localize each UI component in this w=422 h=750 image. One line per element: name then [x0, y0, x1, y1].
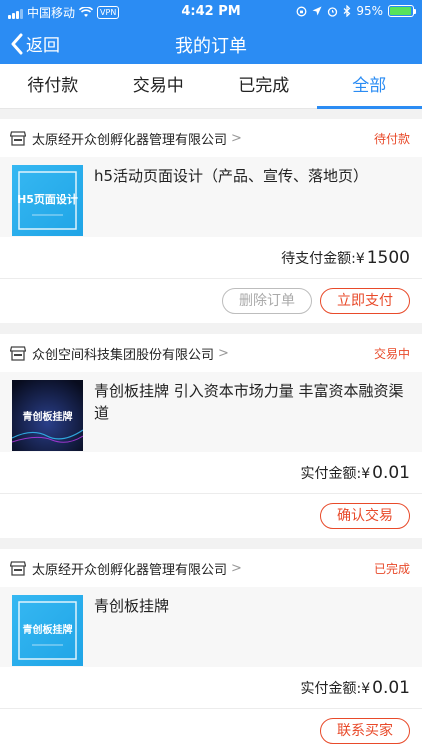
- contact-buyer-button[interactable]: 联系买家: [320, 718, 410, 744]
- amount-row: 实付金额:¥ 0.01: [0, 667, 422, 709]
- order-status: 交易中: [373, 346, 410, 361]
- shop-name: 太原经开众创孵化器管理有限公司: [32, 132, 228, 148]
- order-status: 待付款: [373, 131, 410, 146]
- delete-order-button[interactable]: 删除订单: [222, 288, 312, 314]
- shop-row[interactable]: 太原经开众创孵化器管理有限公司 > 已完成: [0, 549, 422, 587]
- shop-icon: [10, 345, 26, 361]
- order-list: 太原经开众创孵化器管理有限公司 > 待付款 H5页面设计 h5活动页面设计（产品…: [0, 119, 422, 750]
- confirm-trade-button[interactable]: 确认交易: [320, 503, 410, 529]
- order-item[interactable]: H5页面设计 h5活动页面设计（产品、宣传、落地页）: [0, 157, 422, 237]
- amount-label: 待支付金额:¥: [281, 250, 365, 267]
- location-icon: [312, 6, 322, 16]
- chevron-right-icon: >: [231, 560, 242, 576]
- action-row: 确认交易: [0, 494, 422, 538]
- shop-icon: [10, 560, 26, 576]
- amount-row: 待支付金额:¥ 1500: [0, 237, 422, 279]
- thumb-text: 青创板挂牌: [23, 623, 73, 636]
- chevron-right-icon: >: [231, 130, 242, 146]
- nav-bar: 返回 我的订单: [0, 24, 422, 64]
- order-item[interactable]: 青创板挂牌 青创板挂牌: [0, 587, 422, 667]
- order-status: 已完成: [373, 561, 410, 576]
- thumb-text: 青创板挂牌: [23, 410, 73, 423]
- shop-name: 众创空间科技集团股份有限公司: [32, 347, 215, 363]
- shop-icon: [10, 130, 26, 146]
- order-card: 太原经开众创孵化器管理有限公司 > 已完成 青创板挂牌 青创板挂牌 实付金额:¥…: [0, 549, 422, 750]
- tab-in-progress[interactable]: 交易中: [106, 64, 212, 108]
- product-title: 青创板挂牌 引入资本市场力量 丰富资本融资渠道: [94, 382, 404, 422]
- amount-row: 实付金额:¥ 0.01: [0, 452, 422, 494]
- page-title: 我的订单: [175, 36, 247, 57]
- bluetooth-icon: [343, 5, 351, 17]
- order-card: 众创空间科技集团股份有限公司 > 交易中 青创板挂牌 青创板挂牌 引入资本市场力…: [0, 334, 422, 538]
- product-title: 青创板挂牌: [94, 597, 170, 615]
- thumb-text: H5页面设计: [17, 192, 78, 206]
- action-row: 联系买家: [0, 709, 422, 750]
- chevron-right-icon: >: [218, 345, 229, 361]
- status-bar: 中国移动 VPN 4:42 PM 95%: [0, 0, 422, 24]
- amount-label: 实付金额:¥: [300, 680, 371, 697]
- tab-pending-payment[interactable]: 待付款: [0, 64, 106, 108]
- shop-name: 太原经开众创孵化器管理有限公司: [32, 562, 228, 578]
- amount-value: 0.01: [372, 677, 410, 698]
- order-item[interactable]: 青创板挂牌 青创板挂牌 引入资本市场力量 丰富资本融资渠道: [0, 372, 422, 452]
- tab-completed[interactable]: 已完成: [211, 64, 317, 108]
- shop-row[interactable]: 众创空间科技集团股份有限公司 > 交易中: [0, 334, 422, 372]
- alarm-icon: [328, 6, 338, 17]
- battery-percent: 95%: [356, 4, 383, 18]
- shop-row[interactable]: 太原经开众创孵化器管理有限公司 > 待付款: [0, 119, 422, 157]
- product-thumbnail: H5页面设计: [12, 165, 83, 236]
- action-row: 删除订单 立即支付: [0, 279, 422, 323]
- order-card: 太原经开众创孵化器管理有限公司 > 待付款 H5页面设计 h5活动页面设计（产品…: [0, 119, 422, 323]
- amount-value: 0.01: [372, 462, 410, 483]
- battery-icon: [388, 5, 416, 17]
- amount-label: 实付金额:¥: [300, 465, 371, 482]
- order-tabs: 待付款 交易中 已完成 全部: [0, 64, 422, 109]
- pay-now-button[interactable]: 立即支付: [320, 288, 410, 314]
- product-thumbnail: 青创板挂牌: [12, 380, 83, 451]
- product-thumbnail: 青创板挂牌: [12, 595, 83, 666]
- rotation-lock-icon: [296, 6, 307, 16]
- amount-value: 1500: [366, 247, 410, 268]
- tab-all[interactable]: 全部: [316, 64, 422, 109]
- product-title: h5活动页面设计（产品、宣传、落地页）: [94, 167, 369, 185]
